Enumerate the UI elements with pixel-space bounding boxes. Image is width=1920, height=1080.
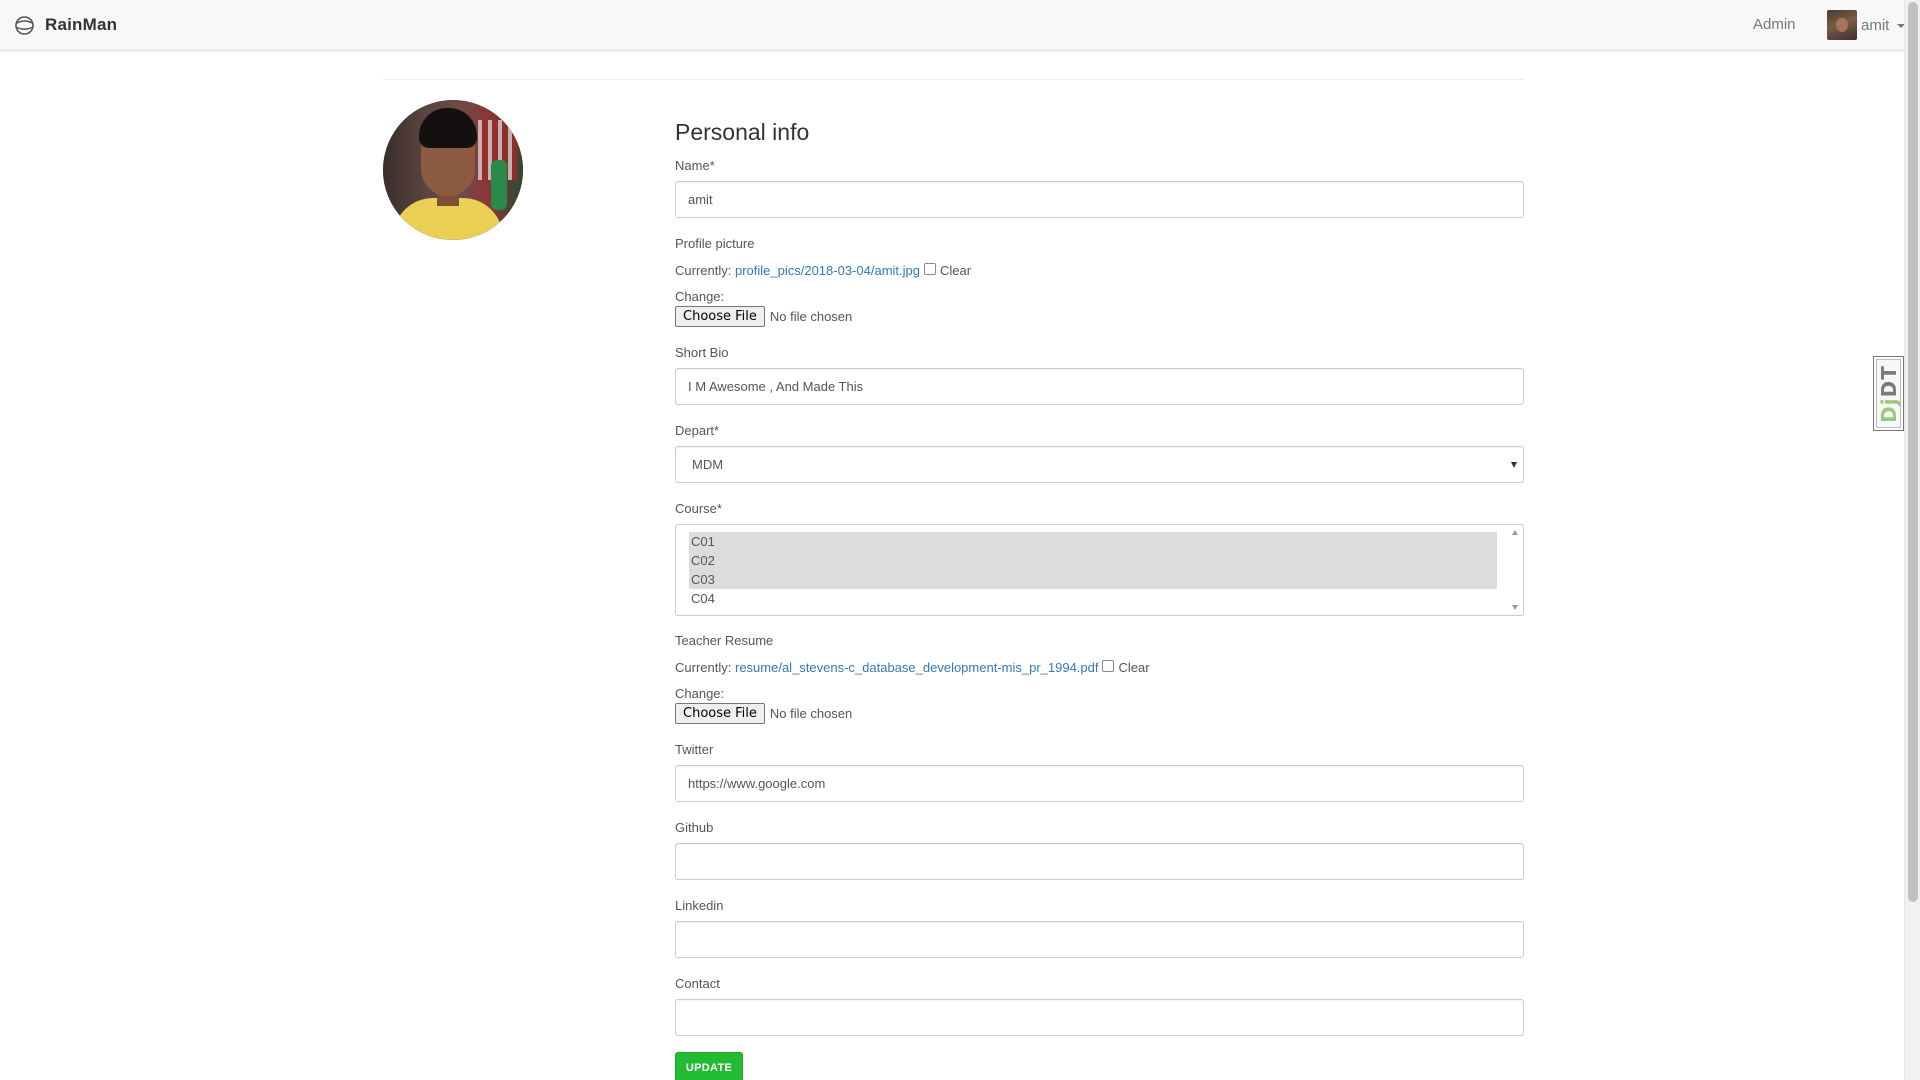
profile-picture-change-label: Change:	[675, 289, 725, 304]
page-scrollbar[interactable]	[1904, 0, 1920, 1080]
github-label: Github	[675, 820, 714, 835]
chevron-down-icon	[1511, 461, 1517, 468]
debug-toolbar-handle[interactable]: DjDT	[1873, 356, 1904, 431]
teacher-resume-file-link[interactable]: resume/al_stevens-c_database_development…	[735, 660, 1099, 675]
profile-picture-clear-checkbox[interactable]	[923, 262, 936, 275]
teacher-resume-current: Currently: resume/al_stevens-c_database_…	[675, 659, 1150, 675]
debug-toolbar-inner: DjDT	[1876, 359, 1901, 428]
twitter-label: Twitter	[675, 742, 714, 757]
course-option[interactable]: C02	[689, 551, 1497, 570]
profile-picture-clear-label: Clear	[939, 263, 972, 278]
github-input[interactable]	[675, 843, 1524, 880]
content-divider	[383, 79, 1524, 80]
name-input[interactable]: amit	[675, 181, 1524, 218]
top-navbar: RainMan Admin amit	[0, 0, 1906, 51]
short-bio-label: Short Bio	[675, 345, 729, 360]
course-multiselect[interactable]: C01 C02 C03 C04	[675, 524, 1524, 616]
profile-picture-file-input: Choose File No file chosen	[675, 306, 852, 327]
profile-picture-choose-file-button[interactable]: Choose File	[675, 306, 765, 327]
teacher-resume-currently-label: Currently:	[675, 660, 732, 675]
update-button[interactable]: UPDATE	[675, 1052, 743, 1080]
scroll-down-arrow-icon[interactable]	[1512, 605, 1518, 610]
profile-avatar	[383, 100, 523, 240]
user-menu-toggle[interactable]: amit	[1827, 10, 1906, 40]
profile-picture-file-link[interactable]: profile_pics/2018-03-04/amit.jpg	[735, 263, 920, 278]
course-option[interactable]: C01	[689, 532, 1497, 551]
course-option[interactable]: C04	[689, 589, 1497, 608]
teacher-resume-clear-label: Clear	[1118, 660, 1150, 675]
depart-label: Depart*	[675, 423, 720, 438]
brand-name: RainMan	[45, 15, 118, 34]
teacher-resume-file-input: Choose File No file chosen	[675, 703, 852, 724]
scrollbar-thumb[interactable]	[1908, 2, 1918, 902]
depart-selected-value: MDM	[692, 457, 724, 472]
profile-picture-file-status: No file chosen	[769, 309, 853, 324]
teacher-resume-change-label: Change:	[675, 686, 725, 701]
brand-link[interactable]: RainMan	[14, 14, 117, 36]
contact-input[interactable]	[675, 999, 1524, 1036]
profile-picture-label: Profile picture	[675, 236, 755, 251]
short-bio-input[interactable]: I M Awesome , And Made This	[675, 368, 1524, 405]
globe-icon	[15, 15, 34, 35]
name-label: Name*	[675, 158, 715, 173]
scroll-up-arrow-icon[interactable]	[1512, 530, 1518, 535]
course-option[interactable]: C03	[689, 570, 1497, 589]
user-avatar-thumbnail	[1827, 10, 1857, 40]
debug-toolbar-logo-dj: Dj	[1876, 396, 1901, 423]
twitter-input[interactable]: https://www.google.com	[675, 765, 1524, 802]
contact-label: Contact	[675, 976, 720, 991]
teacher-resume-file-status: No file chosen	[769, 706, 853, 721]
teacher-resume-choose-file-button[interactable]: Choose File	[675, 703, 765, 724]
avatar-background-figure	[491, 160, 507, 210]
teacher-resume-clear-checkbox[interactable]	[1102, 659, 1115, 672]
course-list-scrollbar[interactable]	[1507, 525, 1523, 615]
depart-select[interactable]: MDM	[675, 446, 1524, 483]
teacher-resume-label: Teacher Resume	[675, 633, 774, 648]
profile-picture-current: Currently: profile_pics/2018-03-04/amit.…	[675, 262, 972, 278]
profile-picture-currently-label: Currently:	[675, 263, 732, 278]
username-label: amit	[1861, 16, 1890, 34]
course-label: Course*	[675, 501, 722, 516]
page-title: Personal info	[675, 119, 810, 145]
admin-link[interactable]: Admin	[1753, 16, 1796, 33]
linkedin-label: Linkedin	[675, 898, 724, 913]
linkedin-input[interactable]	[675, 921, 1524, 958]
debug-toolbar-logo-dt: DT	[1876, 364, 1901, 397]
debug-toolbar-logo: DjDT	[1877, 365, 1901, 423]
